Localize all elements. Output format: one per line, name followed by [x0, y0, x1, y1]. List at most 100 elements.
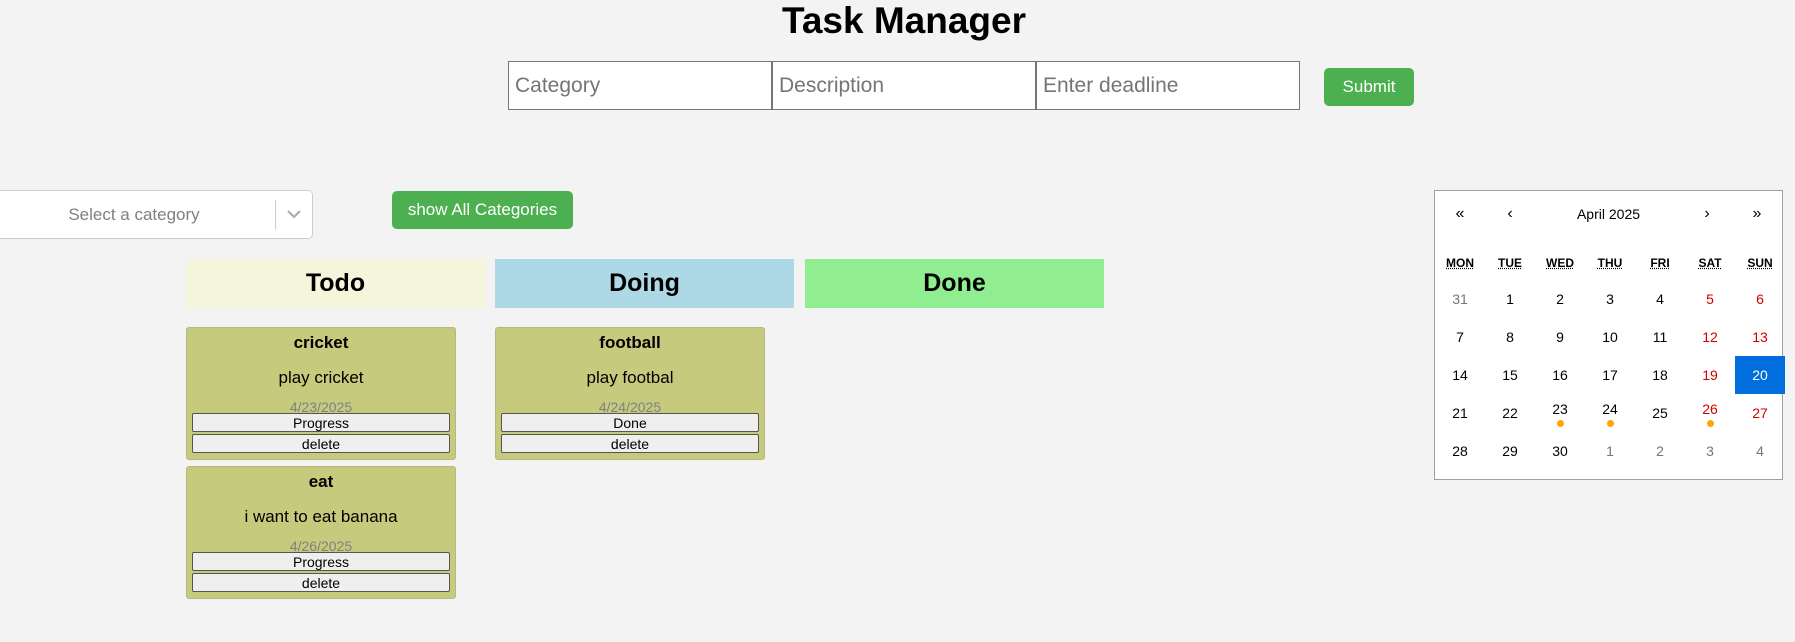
delete-button[interactable]: delete	[501, 434, 759, 453]
calendar-day[interactable]: 4	[1735, 432, 1785, 470]
weekday-label: SUN	[1747, 256, 1773, 270]
task-form	[508, 61, 1300, 110]
calendar-day[interactable]: 12	[1685, 318, 1735, 356]
calendar-day[interactable]: 11	[1635, 318, 1685, 356]
calendar-day[interactable]: 4	[1635, 280, 1685, 318]
submit-button[interactable]: Submit	[1324, 68, 1414, 106]
calendar-day-number: 27	[1752, 405, 1768, 421]
category-input[interactable]	[508, 61, 772, 110]
calendar-day-number: 2	[1556, 291, 1564, 307]
calendar-day[interactable]: 24	[1585, 394, 1635, 432]
show-all-categories-button[interactable]: show All Categories	[392, 191, 573, 229]
weekday-label: FRI	[1650, 256, 1670, 270]
calendar-days: 31 1 2 3 4 5 6 7 8 9 10 11 12 13 14 15 16 17 18 19 20 21 22 23 2…	[1435, 280, 1785, 470]
calendar-day-number: 29	[1502, 443, 1518, 459]
task-card: football play footbal 4/24/2025 Done del…	[495, 327, 765, 460]
calendar-day[interactable]: 29	[1485, 432, 1535, 470]
calendar-day-number: 10	[1602, 329, 1618, 345]
calendar-day[interactable]: 3	[1685, 432, 1735, 470]
prev-year-button[interactable]: «	[1435, 191, 1485, 236]
calendar-day[interactable]: 13	[1735, 318, 1785, 356]
task-description: play footbal	[586, 368, 674, 387]
calendar-day[interactable]: 8	[1485, 318, 1535, 356]
calendar-day-number: 6	[1756, 291, 1764, 307]
calendar-day-number: 24	[1602, 401, 1618, 417]
calendar-day[interactable]: 2	[1535, 280, 1585, 318]
calendar-day-number: 13	[1752, 329, 1768, 345]
calendar-day[interactable]: 28	[1435, 432, 1485, 470]
calendar-day-selected[interactable]: 20	[1735, 356, 1785, 394]
calendar-day-number: 18	[1652, 367, 1668, 383]
column-header-todo: Todo	[186, 259, 485, 308]
calendar-day[interactable]: 1	[1585, 432, 1635, 470]
column-header-doing: Doing	[495, 259, 794, 308]
category-select[interactable]: Select a category	[0, 190, 313, 239]
weekday-label: TUE	[1498, 256, 1522, 270]
task-category: eat	[308, 472, 334, 491]
calendar-day[interactable]: 23	[1535, 394, 1585, 432]
calendar-day[interactable]: 21	[1435, 394, 1485, 432]
calendar-day[interactable]: 30	[1535, 432, 1585, 470]
calendar-day-number: 19	[1702, 367, 1718, 383]
calendar-day[interactable]: 14	[1435, 356, 1485, 394]
calendar-day[interactable]: 25	[1635, 394, 1685, 432]
calendar-day-number: 5	[1706, 291, 1714, 307]
calendar-day-number: 7	[1456, 329, 1464, 345]
calendar-day-number: 11	[1652, 329, 1668, 345]
calendar-day[interactable]: 1	[1485, 280, 1535, 318]
deadline-input[interactable]	[1036, 61, 1300, 110]
calendar-day[interactable]: 18	[1635, 356, 1685, 394]
calendar-day-number: 16	[1552, 367, 1568, 383]
calendar-day-number: 15	[1502, 367, 1518, 383]
chevron-down-icon[interactable]	[276, 207, 312, 223]
calendar-day-number: 12	[1702, 329, 1718, 345]
calendar-day-number: 3	[1606, 291, 1614, 307]
calendar-day-number: 28	[1452, 443, 1468, 459]
calendar-day[interactable]: 9	[1535, 318, 1585, 356]
calendar-weekdays: MON TUE WED THU FRI SAT SUN	[1435, 256, 1785, 270]
category-select-placeholder: Select a category	[68, 204, 200, 224]
task-category: cricket	[293, 333, 349, 352]
weekday-label: WED	[1546, 256, 1574, 270]
calendar-day[interactable]: 26	[1685, 394, 1735, 432]
progress-button[interactable]: Progress	[192, 552, 450, 571]
calendar-day[interactable]: 22	[1485, 394, 1535, 432]
calendar-day-number: 23	[1552, 401, 1568, 417]
column-header-done: Done	[805, 259, 1104, 308]
calendar-day-number: 1	[1506, 291, 1514, 307]
calendar-day[interactable]: 10	[1585, 318, 1635, 356]
calendar-day[interactable]: 19	[1685, 356, 1735, 394]
calendar-day[interactable]: 27	[1735, 394, 1785, 432]
next-year-button[interactable]: »	[1732, 191, 1782, 236]
calendar-day[interactable]: 16	[1535, 356, 1585, 394]
calendar-day[interactable]: 17	[1585, 356, 1635, 394]
calendar-day[interactable]: 31	[1435, 280, 1485, 318]
weekday-label: SAT	[1698, 256, 1722, 270]
prev-month-button[interactable]: ‹	[1485, 191, 1535, 236]
calendar-month-label[interactable]: April 2025	[1535, 191, 1682, 236]
calendar-day-number: 30	[1552, 443, 1568, 459]
next-month-button[interactable]: ›	[1682, 191, 1732, 236]
done-button[interactable]: Done	[501, 413, 759, 432]
calendar-navigation: « ‹ April 2025 › »	[1435, 191, 1782, 236]
task-dot-icon	[1707, 420, 1714, 427]
calendar-day-number: 4	[1656, 291, 1664, 307]
calendar-day[interactable]: 2	[1635, 432, 1685, 470]
calendar-day[interactable]: 15	[1485, 356, 1535, 394]
task-category: football	[599, 333, 661, 352]
calendar-day[interactable]: 3	[1585, 280, 1635, 318]
calendar-day-number: 31	[1452, 291, 1468, 307]
calendar-day[interactable]: 7	[1435, 318, 1485, 356]
calendar-day-number: 25	[1652, 405, 1668, 421]
progress-button[interactable]: Progress	[192, 413, 450, 432]
calendar-day[interactable]: 5	[1685, 280, 1735, 318]
delete-button[interactable]: delete	[192, 573, 450, 592]
calendar-day[interactable]: 6	[1735, 280, 1785, 318]
delete-button[interactable]: delete	[192, 434, 450, 453]
calendar-day-number: 1	[1606, 443, 1614, 459]
task-description: i want to eat banana	[244, 507, 398, 526]
weekday-label: THU	[1597, 256, 1623, 270]
description-input[interactable]	[772, 61, 1036, 110]
calendar-day-number: 21	[1452, 405, 1468, 421]
calendar-day-number: 14	[1452, 367, 1468, 383]
